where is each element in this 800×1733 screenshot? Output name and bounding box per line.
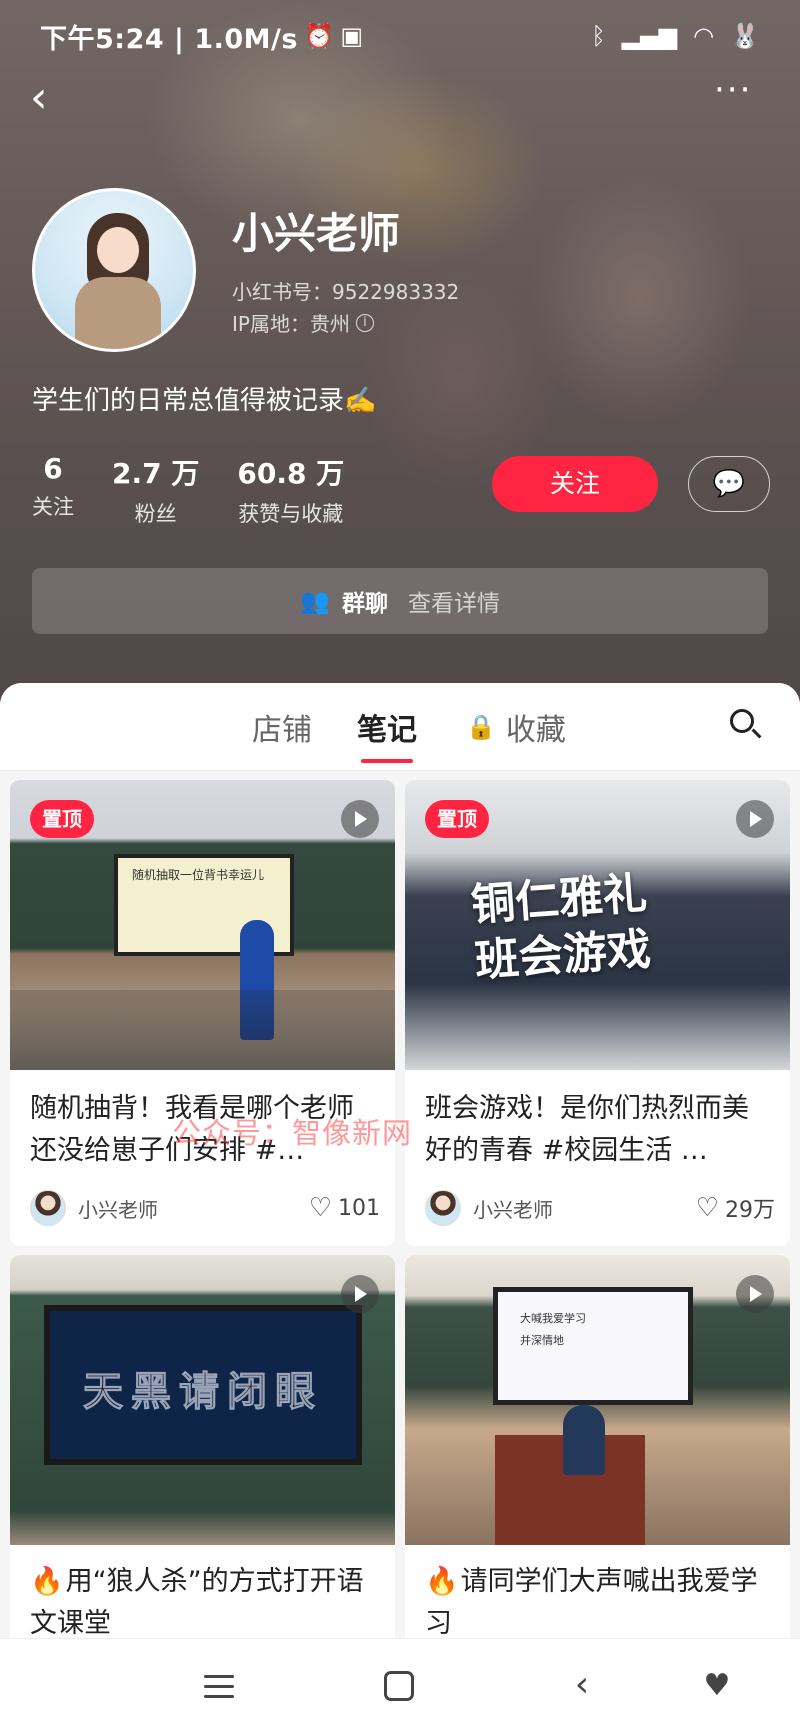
more-options-button[interactable]: ··· bbox=[714, 70, 764, 114]
stat-value: 6 bbox=[43, 452, 63, 485]
watermark-text: 公众号：智像新网 bbox=[172, 1116, 413, 1150]
note-card[interactable]: 随机抽取一位背书幸运儿 置顶 随机抽背！我看是哪个老师还没给崽子们安排 #… 小… bbox=[10, 780, 395, 1246]
author-name[interactable]: 小兴老师 bbox=[473, 1194, 553, 1223]
screen-text: 大喊我爱学习 bbox=[520, 1312, 586, 1325]
menu-icon[interactable] bbox=[200, 1667, 240, 1707]
top-bar: ‹ ··· bbox=[0, 70, 800, 130]
note-thumbnail: 随机抽取一位背书幸运儿 置顶 bbox=[10, 780, 395, 1070]
stat-value: 60.8 万 bbox=[237, 457, 345, 490]
pinned-badge: 置顶 bbox=[425, 800, 489, 838]
stat-likes-collects[interactable]: 60.8 万 获赞与收藏 bbox=[237, 452, 344, 528]
signal-icon: ▂▄▆ bbox=[621, 22, 678, 50]
note-thumbnail: 铜仁雅礼 班会游戏 置顶 bbox=[405, 780, 790, 1070]
assistant-icon[interactable]: ♥ bbox=[697, 1667, 737, 1707]
fire-icon: 🔥 bbox=[425, 1566, 459, 1597]
nav-back-icon[interactable]: ‹ bbox=[562, 1667, 602, 1707]
blackboard: 天黑请闭眼 bbox=[44, 1305, 362, 1465]
message-button[interactable]: 💬 bbox=[688, 456, 770, 512]
stat-label: 获赞与收藏 bbox=[238, 502, 344, 526]
chevron-left-icon: ‹ bbox=[30, 72, 48, 123]
thumbnail-overlay-text: 铜仁雅礼 班会游戏 bbox=[469, 867, 653, 988]
back-button[interactable]: ‹ bbox=[30, 76, 70, 122]
profile-bio: 学生们的日常总值得被记录✍️ bbox=[32, 386, 377, 416]
bluetooth-icon: ᛒ bbox=[591, 22, 606, 50]
chat-bubble-icon: 💬 bbox=[712, 469, 746, 499]
like-count-value: 101 bbox=[338, 1195, 380, 1221]
group-chat-title: 群聊 bbox=[341, 591, 388, 617]
system-nav-bar: ‹ ♥ bbox=[0, 1638, 800, 1733]
note-meta: 小兴老师 ♡ 29万 bbox=[425, 1188, 775, 1228]
classroom-screen: 大喊我爱学习 并深情地 bbox=[493, 1287, 693, 1405]
alarm-icon: ⏰ bbox=[303, 22, 335, 50]
screen-text: 随机抽取一位背书幸运儿 bbox=[132, 868, 265, 882]
wifi-icon: ◠ bbox=[693, 22, 715, 50]
board-text: 天黑请闭眼 bbox=[83, 1368, 323, 1416]
video-play-icon bbox=[341, 800, 379, 838]
lock-icon: 🔒 bbox=[466, 713, 496, 741]
author-avatar[interactable] bbox=[30, 1190, 66, 1226]
status-time-speed: 下午5:24 | 1.0M/s bbox=[40, 23, 298, 55]
fire-icon: 🔥 bbox=[30, 1566, 64, 1597]
video-play-icon bbox=[341, 1275, 379, 1313]
profile-red-id: 小红书号：9522983332 bbox=[232, 280, 460, 304]
tab-notes[interactable]: 笔记 bbox=[357, 705, 417, 763]
group-chat-bar[interactable]: 👥 群聊 查看详情 bbox=[32, 568, 768, 634]
note-thumbnail: 天黑请闭眼 bbox=[10, 1255, 395, 1545]
stat-value: 2.7 万 bbox=[112, 457, 200, 490]
tab-favorites[interactable]: 🔒 收藏 bbox=[466, 705, 566, 749]
note-title: 班会游戏！是你们热烈而美好的青春 #校园生活 … bbox=[425, 1093, 749, 1166]
profile-stats: 6 关注 2.7 万 粉丝 60.8 万 获赞与收藏 bbox=[32, 452, 382, 528]
profile-ip-location: IP属地：贵州 i bbox=[232, 308, 374, 337]
group-chat-detail: 查看详情 bbox=[407, 591, 500, 617]
profile-avatar[interactable] bbox=[32, 188, 196, 352]
like-count[interactable]: ♡ 101 bbox=[309, 1193, 380, 1223]
note-meta: 小兴老师 ♡ 101 bbox=[30, 1188, 380, 1228]
more-dots-icon: ··· bbox=[714, 70, 753, 110]
profile-name: 小兴老师 bbox=[232, 209, 401, 258]
note-card[interactable]: 铜仁雅礼 班会游戏 置顶 班会游戏！是你们热烈而美好的青春 #校园生活 … 小兴… bbox=[405, 780, 790, 1246]
app-icon: ▣ bbox=[340, 22, 364, 50]
video-play-icon bbox=[736, 800, 774, 838]
note-title-text: 请同学们大声喊出我爱学习 bbox=[425, 1566, 758, 1639]
ip-location-text: IP属地：贵州 bbox=[232, 312, 350, 336]
like-count[interactable]: ♡ 29万 bbox=[696, 1192, 775, 1224]
pinned-badge: 置顶 bbox=[30, 800, 94, 838]
profile-tabs: 店铺 笔记 🔒 收藏 bbox=[0, 683, 800, 771]
heart-icon: ♡ bbox=[695, 1193, 719, 1223]
group-users-icon: 👥 bbox=[300, 587, 330, 615]
content-panel: 店铺 笔记 🔒 收藏 随机抽取一位背书幸运儿 置顶 随机抽背！我看是哪个老师还没… bbox=[0, 683, 800, 1733]
search-icon[interactable] bbox=[726, 705, 766, 745]
author-avatar[interactable] bbox=[425, 1190, 461, 1226]
screen-text: 并深情地 bbox=[520, 1334, 564, 1347]
follow-button[interactable]: 关注 bbox=[492, 456, 658, 512]
tab-shop[interactable]: 店铺 bbox=[252, 705, 312, 749]
note-title-text: 用“狼人杀”的方式打开语文课堂 bbox=[30, 1566, 364, 1639]
stat-label: 关注 bbox=[32, 495, 74, 519]
note-thumbnail: 大喊我爱学习 并深情地 bbox=[405, 1255, 790, 1545]
stat-label: 粉丝 bbox=[134, 502, 177, 526]
tab-favorites-label: 收藏 bbox=[505, 713, 566, 748]
heart-icon: ♡ bbox=[308, 1193, 332, 1223]
status-icons: ᛒ ▂▄▆ ◠ 🐰 bbox=[591, 22, 760, 50]
rabbit-icon: 🐰 bbox=[730, 22, 760, 50]
like-count-value: 29万 bbox=[725, 1198, 775, 1223]
author-name[interactable]: 小兴老师 bbox=[78, 1194, 158, 1223]
stat-following[interactable]: 6 关注 bbox=[32, 452, 74, 528]
status-bar: 下午5:24 | 1.0M/s ⏰ ▣ ᛒ ▂▄▆ ◠ 🐰 bbox=[40, 14, 760, 58]
home-square-icon[interactable] bbox=[380, 1667, 420, 1707]
video-play-icon bbox=[736, 1275, 774, 1313]
status-time: 下午5:24 | 1.0M/s ⏰ ▣ bbox=[40, 17, 364, 56]
stat-followers[interactable]: 2.7 万 粉丝 bbox=[112, 452, 199, 528]
info-icon[interactable]: i bbox=[355, 313, 374, 332]
